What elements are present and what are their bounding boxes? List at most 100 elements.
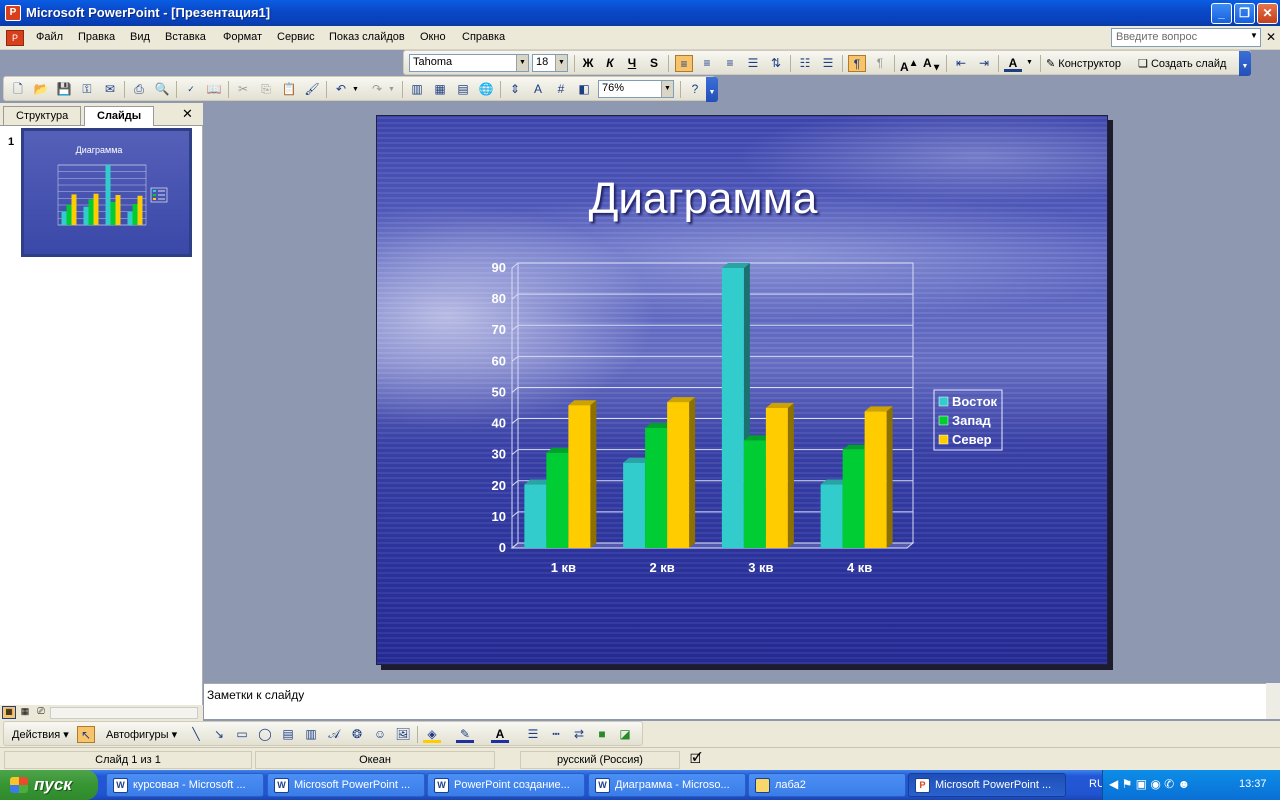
bullets-icon[interactable]: ☰ [819,55,837,72]
tab-slides[interactable]: Слайды [84,106,155,126]
chevron-down-icon[interactable]: ▼ [555,55,567,71]
textbox-icon[interactable]: ▤ [279,726,297,743]
rectangle-icon[interactable]: ▭ [233,726,251,743]
open-icon[interactable]: 📂 [32,81,50,98]
help-dropdown-icon[interactable]: ▼ [1250,31,1258,40]
chart[interactable]: 0 10 20 30 40 50 60 70 80 90 1 кв 2 кв 3 кв 4 кв Восто… [472,256,1012,586]
tray-icons[interactable]: ◀ ⚑ ▣ ◉ ✆ ☻ [1109,777,1190,791]
taskbar-item-4[interactable]: W Диаграмма - Microso... [588,773,746,797]
taskbar-item-5[interactable]: лаба2 [748,773,906,797]
font-color-icon[interactable]: A [1004,55,1022,72]
taskbar-item-1[interactable]: Wкурсовая - Microsoft ... [106,773,264,797]
toolbar-options-icon[interactable]: ▼ [706,77,718,102]
undo-icon[interactable]: ↶ [332,81,350,98]
minimize-button[interactable]: _ [1211,3,1232,24]
taskbar-item-3[interactable]: W PowerPoint создание... [427,773,585,797]
format-painter-icon[interactable]: 🖌 [303,81,321,98]
justify-icon[interactable]: ☰ [744,55,762,72]
hyperlink-icon[interactable]: 🌐 [477,81,495,98]
align-right-icon[interactable]: ≡ [721,55,739,72]
close-button[interactable]: ✕ [1257,3,1278,24]
tab-outline[interactable]: Структура [3,106,82,125]
actions-menu[interactable]: Действия ▾ [12,728,69,741]
shadow-button[interactable]: S [645,55,663,72]
dash-style-icon[interactable]: ┅ [547,726,565,743]
menu-help[interactable]: Справка [462,31,505,43]
chevron-down-icon[interactable]: ▼ [352,86,359,93]
sorter-view-icon[interactable]: ▦ [18,706,32,719]
redo-icon[interactable]: ↷ [368,81,386,98]
increase-font-icon[interactable]: A▲ [900,55,919,74]
picture-icon[interactable]: 🖼 [394,726,412,743]
clipart-icon[interactable]: ☺ [371,726,389,743]
wordart-icon[interactable]: 𝒜 [325,726,343,743]
line-icon[interactable]: ╲ [187,726,205,743]
restore-button[interactable]: ❐ [1234,3,1255,24]
shadow-style-icon[interactable]: ■ [593,726,611,743]
paste-icon[interactable]: 📋 [280,81,298,98]
normal-view-icon[interactable]: ▦ [2,706,16,719]
start-button[interactable]: пуск [0,770,98,800]
rtl-icon[interactable]: ¶ [871,55,889,72]
cut-icon[interactable]: ✂ [234,81,252,98]
tables-borders-icon[interactable]: ▤ [454,81,472,98]
chevron-down-icon[interactable]: ▼ [1026,59,1033,66]
document-icon[interactable]: P [6,30,24,46]
chevron-down-icon[interactable]: ▼ [661,81,673,97]
bold-button[interactable]: Ж [579,55,597,72]
grid-icon[interactable]: # [552,81,570,98]
notes-field[interactable]: Заметки к слайду [204,683,1266,719]
notes-scrollbar[interactable] [1266,683,1280,719]
slideshow-view-icon[interactable]: ⎚ [34,706,48,719]
menu-window[interactable]: Окно [420,31,446,43]
color-grayscale-icon[interactable]: ◧ [575,81,593,98]
fill-color-icon[interactable]: ◈ [423,726,441,743]
italic-button[interactable]: К [601,55,619,72]
slide[interactable]: Диаграмма 0 10 20 30 40 50 60 70 80 90 1 кв 2 кв 3 к… [376,115,1108,665]
decrease-indent-icon[interactable]: ⇤ [952,55,970,72]
increase-indent-icon[interactable]: ⇥ [975,55,993,72]
align-left-icon[interactable]: ≡ [675,55,693,72]
font-name-combo[interactable]: Tahoma ▼ [409,54,529,72]
menu-format[interactable]: Формат [223,31,262,43]
email-icon[interactable]: ✉ [101,81,119,98]
arrow-style-icon[interactable]: ⇄ [570,726,588,743]
expand-all-icon[interactable]: ⇕ [506,81,524,98]
taskbar-item-2[interactable]: W Microsoft PowerPoint ... [267,773,425,797]
help-icon[interactable]: ? [686,81,704,98]
menu-view[interactable]: Вид [130,31,150,43]
new-icon[interactable]: 🗋 [9,81,27,98]
text-direction-icon[interactable]: ⇅ [767,55,785,72]
insert-table-icon[interactable]: ▦ [431,81,449,98]
menu-tools[interactable]: Сервис [277,31,315,43]
insert-chart-icon[interactable]: ▥ [408,81,426,98]
close-document-icon[interactable]: ✕ [1266,30,1276,44]
slide-thumbnail[interactable]: Диаграмма [21,128,192,257]
align-center-icon[interactable]: ≡ [698,55,716,72]
powerpoint-app-icon[interactable]: P [5,5,21,21]
permission-icon[interactable]: ⚿ [78,81,96,98]
oval-icon[interactable]: ◯ [256,726,274,743]
designer-button[interactable]: ✎ Конструктор [1046,57,1121,70]
ltr-icon[interactable]: ¶ [848,55,866,72]
diagram-icon[interactable]: ❂ [348,726,366,743]
menu-file[interactable]: Файл [36,31,63,43]
spelling-icon[interactable]: ✓ [182,81,200,98]
3d-style-icon[interactable]: ◪ [616,726,634,743]
zoom-combo[interactable]: 76% ▼ [598,80,674,98]
chevron-down-icon[interactable]: ▼ [388,86,395,93]
show-formatting-icon[interactable]: A [529,81,547,98]
font-size-combo[interactable]: 18 ▼ [532,54,568,72]
print-icon[interactable]: ⎙ [130,81,148,98]
slide-title[interactable]: Диаграмма [377,174,1029,224]
select-arrow-icon[interactable]: ↖ [77,726,95,743]
numbering-icon[interactable]: ☷ [796,55,814,72]
line-color-icon[interactable]: ✎ [456,726,474,743]
copy-icon[interactable]: ⎘ [257,81,275,98]
autoshapes-menu[interactable]: Автофигуры ▾ [106,728,177,741]
font-color-icon[interactable]: A [491,726,509,743]
research-icon[interactable]: 📖 [205,81,223,98]
vertical-textbox-icon[interactable]: ▥ [302,726,320,743]
arrow-icon[interactable]: ↘ [210,726,228,743]
menu-edit[interactable]: Правка [78,31,115,43]
